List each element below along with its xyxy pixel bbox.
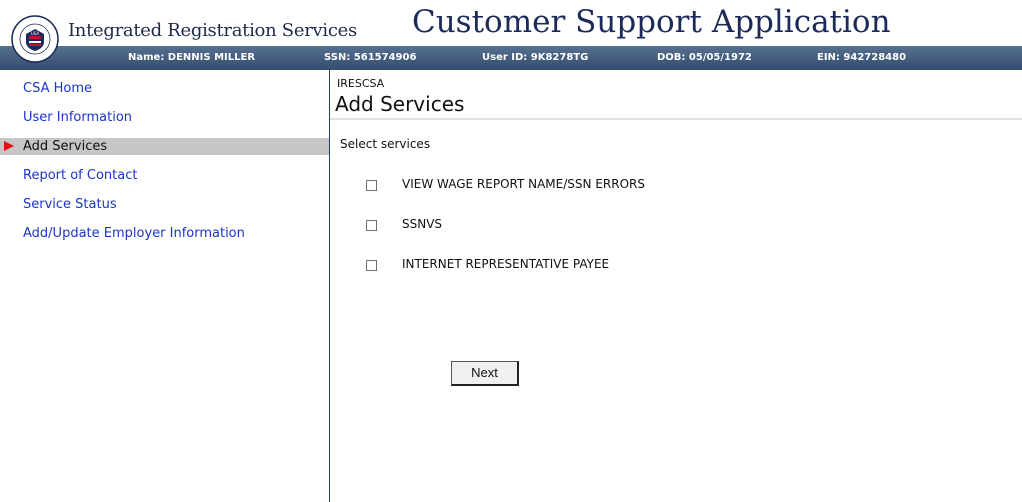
service-label: INTERNET REPRESENTATIVE PAYEE <box>402 257 610 271</box>
app-title: Customer Support Application <box>412 4 891 40</box>
service-label: SSNVS <box>402 217 443 231</box>
user-ssn: SSN: 561574906 <box>324 52 417 63</box>
service-checkbox[interactable] <box>366 220 377 231</box>
user-id: User ID: 9K8278TG <box>482 52 589 63</box>
breadcrumb: IRESCSA <box>337 77 385 90</box>
main-content: IRESCSA Add Services Select services VIE… <box>330 70 1022 502</box>
sidebar-item-add-update-employer[interactable]: Add/Update Employer Information <box>0 225 329 242</box>
app-header: USA Integrated Registration Services Cus… <box>0 0 1022 63</box>
title-divider <box>330 118 1022 120</box>
sidebar-item-label: CSA Home <box>23 81 92 96</box>
select-services-label: Select services <box>340 137 431 151</box>
page-title: Add Services <box>335 92 465 116</box>
sidebar-nav: CSA Home User Information Add Services R… <box>0 70 330 502</box>
sidebar-item-report-of-contact[interactable]: Report of Contact <box>0 167 329 184</box>
sidebar-item-label: Add Services <box>23 139 108 154</box>
sidebar-item-user-information[interactable]: User Information <box>0 109 329 126</box>
sidebar-item-csa-home[interactable]: CSA Home <box>0 80 329 97</box>
sidebar-item-label: Add/Update Employer Information <box>23 226 245 241</box>
user-dob: DOB: 05/05/1972 <box>657 52 752 63</box>
current-arrow-icon <box>4 141 14 151</box>
sidebar-item-service-status[interactable]: Service Status <box>0 196 329 213</box>
service-label: VIEW WAGE REPORT NAME/SSN ERRORS <box>402 177 645 191</box>
next-button[interactable]: Next <box>451 361 519 386</box>
service-checkbox[interactable] <box>366 260 377 271</box>
sidebar-item-label: User Information <box>23 110 133 125</box>
svg-text:USA: USA <box>31 31 40 36</box>
org-name: Integrated Registration Services <box>68 20 357 41</box>
user-info-bar: Name: DENNIS MILLER SSN: 561574906 User … <box>0 46 1022 70</box>
user-ein: EIN: 942728480 <box>817 52 907 63</box>
sidebar-item-label: Report of Contact <box>23 168 138 183</box>
sidebar-item-label: Service Status <box>23 197 117 212</box>
ssa-seal-icon: USA <box>11 15 59 63</box>
service-checkbox[interactable] <box>366 180 377 191</box>
user-name: Name: DENNIS MILLER <box>128 52 256 63</box>
sidebar-item-add-services[interactable]: Add Services <box>0 138 329 155</box>
